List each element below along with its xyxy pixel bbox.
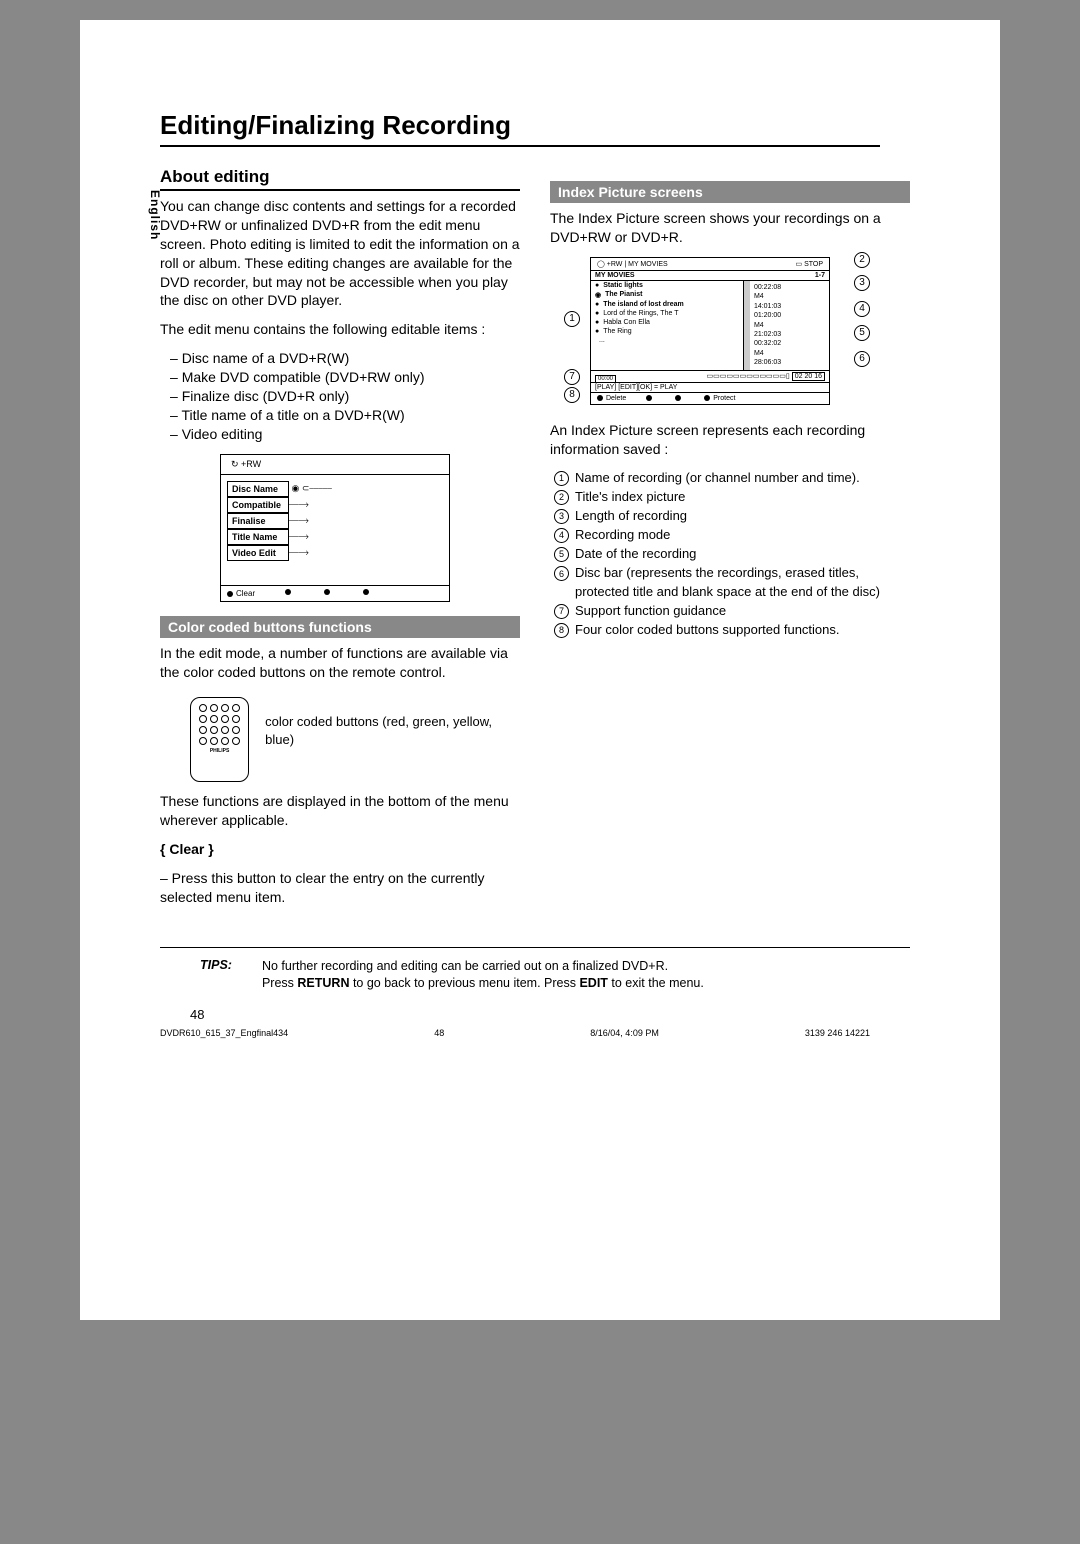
- legend-list: 1Name of recording (or channel number an…: [550, 469, 910, 640]
- language-tab: English: [148, 190, 162, 240]
- edit-items-list: – Disc name of a DVD+R(W) – Make DVD com…: [160, 349, 520, 443]
- page-number: 48: [190, 1007, 910, 1022]
- ip-bar: Index Picture screens: [550, 181, 910, 203]
- footer: DVDR610_615_37_Engfinal434 48 8/16/04, 4…: [160, 1022, 910, 1038]
- tips-box: TIPS: No further recording and editing c…: [160, 947, 910, 1003]
- remote-caption: color coded buttons (red, green, yellow,…: [265, 713, 520, 748]
- ip-p: The Index Picture screen shows your reco…: [550, 209, 910, 247]
- index-picture-diagram: ◯ +RW | MY MOVIES▭ STOP MY MOVIES1-7 ●St…: [570, 257, 910, 405]
- cc-bar: Color coded buttons functions: [160, 616, 520, 638]
- remote-diagram: PHILIPS color coded buttons (red, green,…: [160, 691, 520, 792]
- clear-desc: – Press this button to clear the entry o…: [160, 869, 520, 907]
- ip-p2: An Index Picture screen represents each …: [550, 421, 910, 459]
- about-p1: You can change disc contents and setting…: [160, 197, 520, 310]
- about-heading: About editing: [160, 167, 520, 191]
- about-p2: The edit menu contains the following edi…: [160, 320, 520, 339]
- clear-label: { Clear }: [160, 841, 214, 857]
- edit-menu-diagram: ↻ +RW Disc Name ◉ ⊂⎯⎯⎯⎯⎯ Compatible⎯⎯⟶ F…: [220, 454, 450, 602]
- page-title: Editing/Finalizing Recording: [160, 110, 880, 147]
- cc-p2: These functions are displayed in the bot…: [160, 792, 520, 830]
- cc-p: In the edit mode, a number of functions …: [160, 644, 520, 682]
